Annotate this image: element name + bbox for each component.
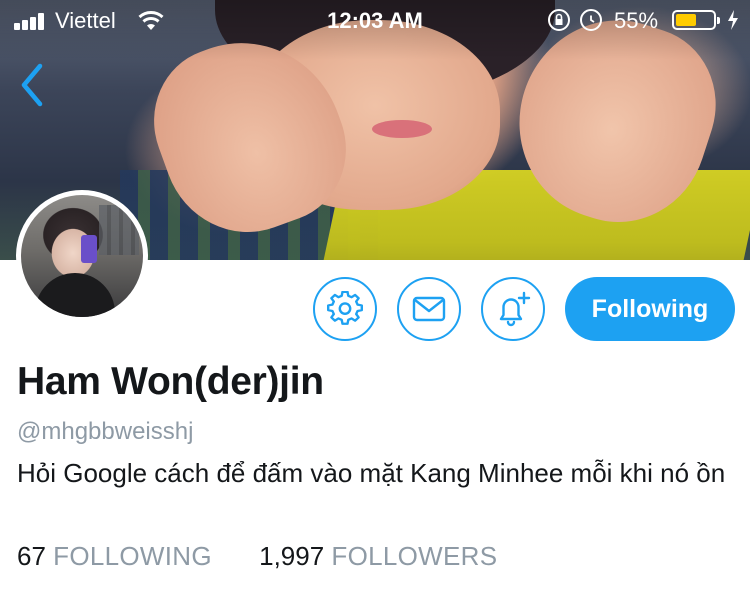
following-button[interactable]: Following (565, 277, 735, 341)
following-label: FOLLOWING (53, 541, 212, 571)
battery-icon (672, 10, 720, 30)
following-stat[interactable]: 67 FOLLOWING (17, 541, 212, 572)
orientation-lock-icon (548, 9, 570, 31)
status-bar: Viettel 12:03 AM 55% (0, 0, 750, 40)
envelope-icon (412, 296, 446, 322)
charging-bolt-icon (728, 10, 738, 30)
profile-bio: Hỏi Google cách để đấm vào mặt Kang Minh… (17, 458, 726, 488)
battery-percent: 55% (614, 8, 659, 33)
gear-icon (327, 291, 363, 325)
following-count: 67 (17, 541, 46, 571)
display-name: Ham Won(der)jin (17, 360, 324, 403)
message-button[interactable] (397, 277, 461, 341)
banner-lips (372, 120, 432, 138)
followers-count: 1,997 (259, 541, 325, 571)
profile-avatar[interactable] (16, 190, 148, 322)
chevron-left-icon[interactable] (12, 60, 52, 110)
followers-stat[interactable]: 1,997 FOLLOWERS (259, 541, 497, 572)
profile-stats: 67 FOLLOWING 1,997 FOLLOWERS (17, 541, 537, 572)
notification-button[interactable] (481, 277, 545, 341)
followers-label: FOLLOWERS (331, 541, 498, 571)
battery-level-fill (676, 14, 696, 26)
bell-plus-icon (499, 291, 531, 327)
alarm-icon (580, 9, 602, 31)
user-handle: @mhgbbweisshj (17, 418, 194, 445)
settings-button[interactable] (313, 277, 377, 341)
